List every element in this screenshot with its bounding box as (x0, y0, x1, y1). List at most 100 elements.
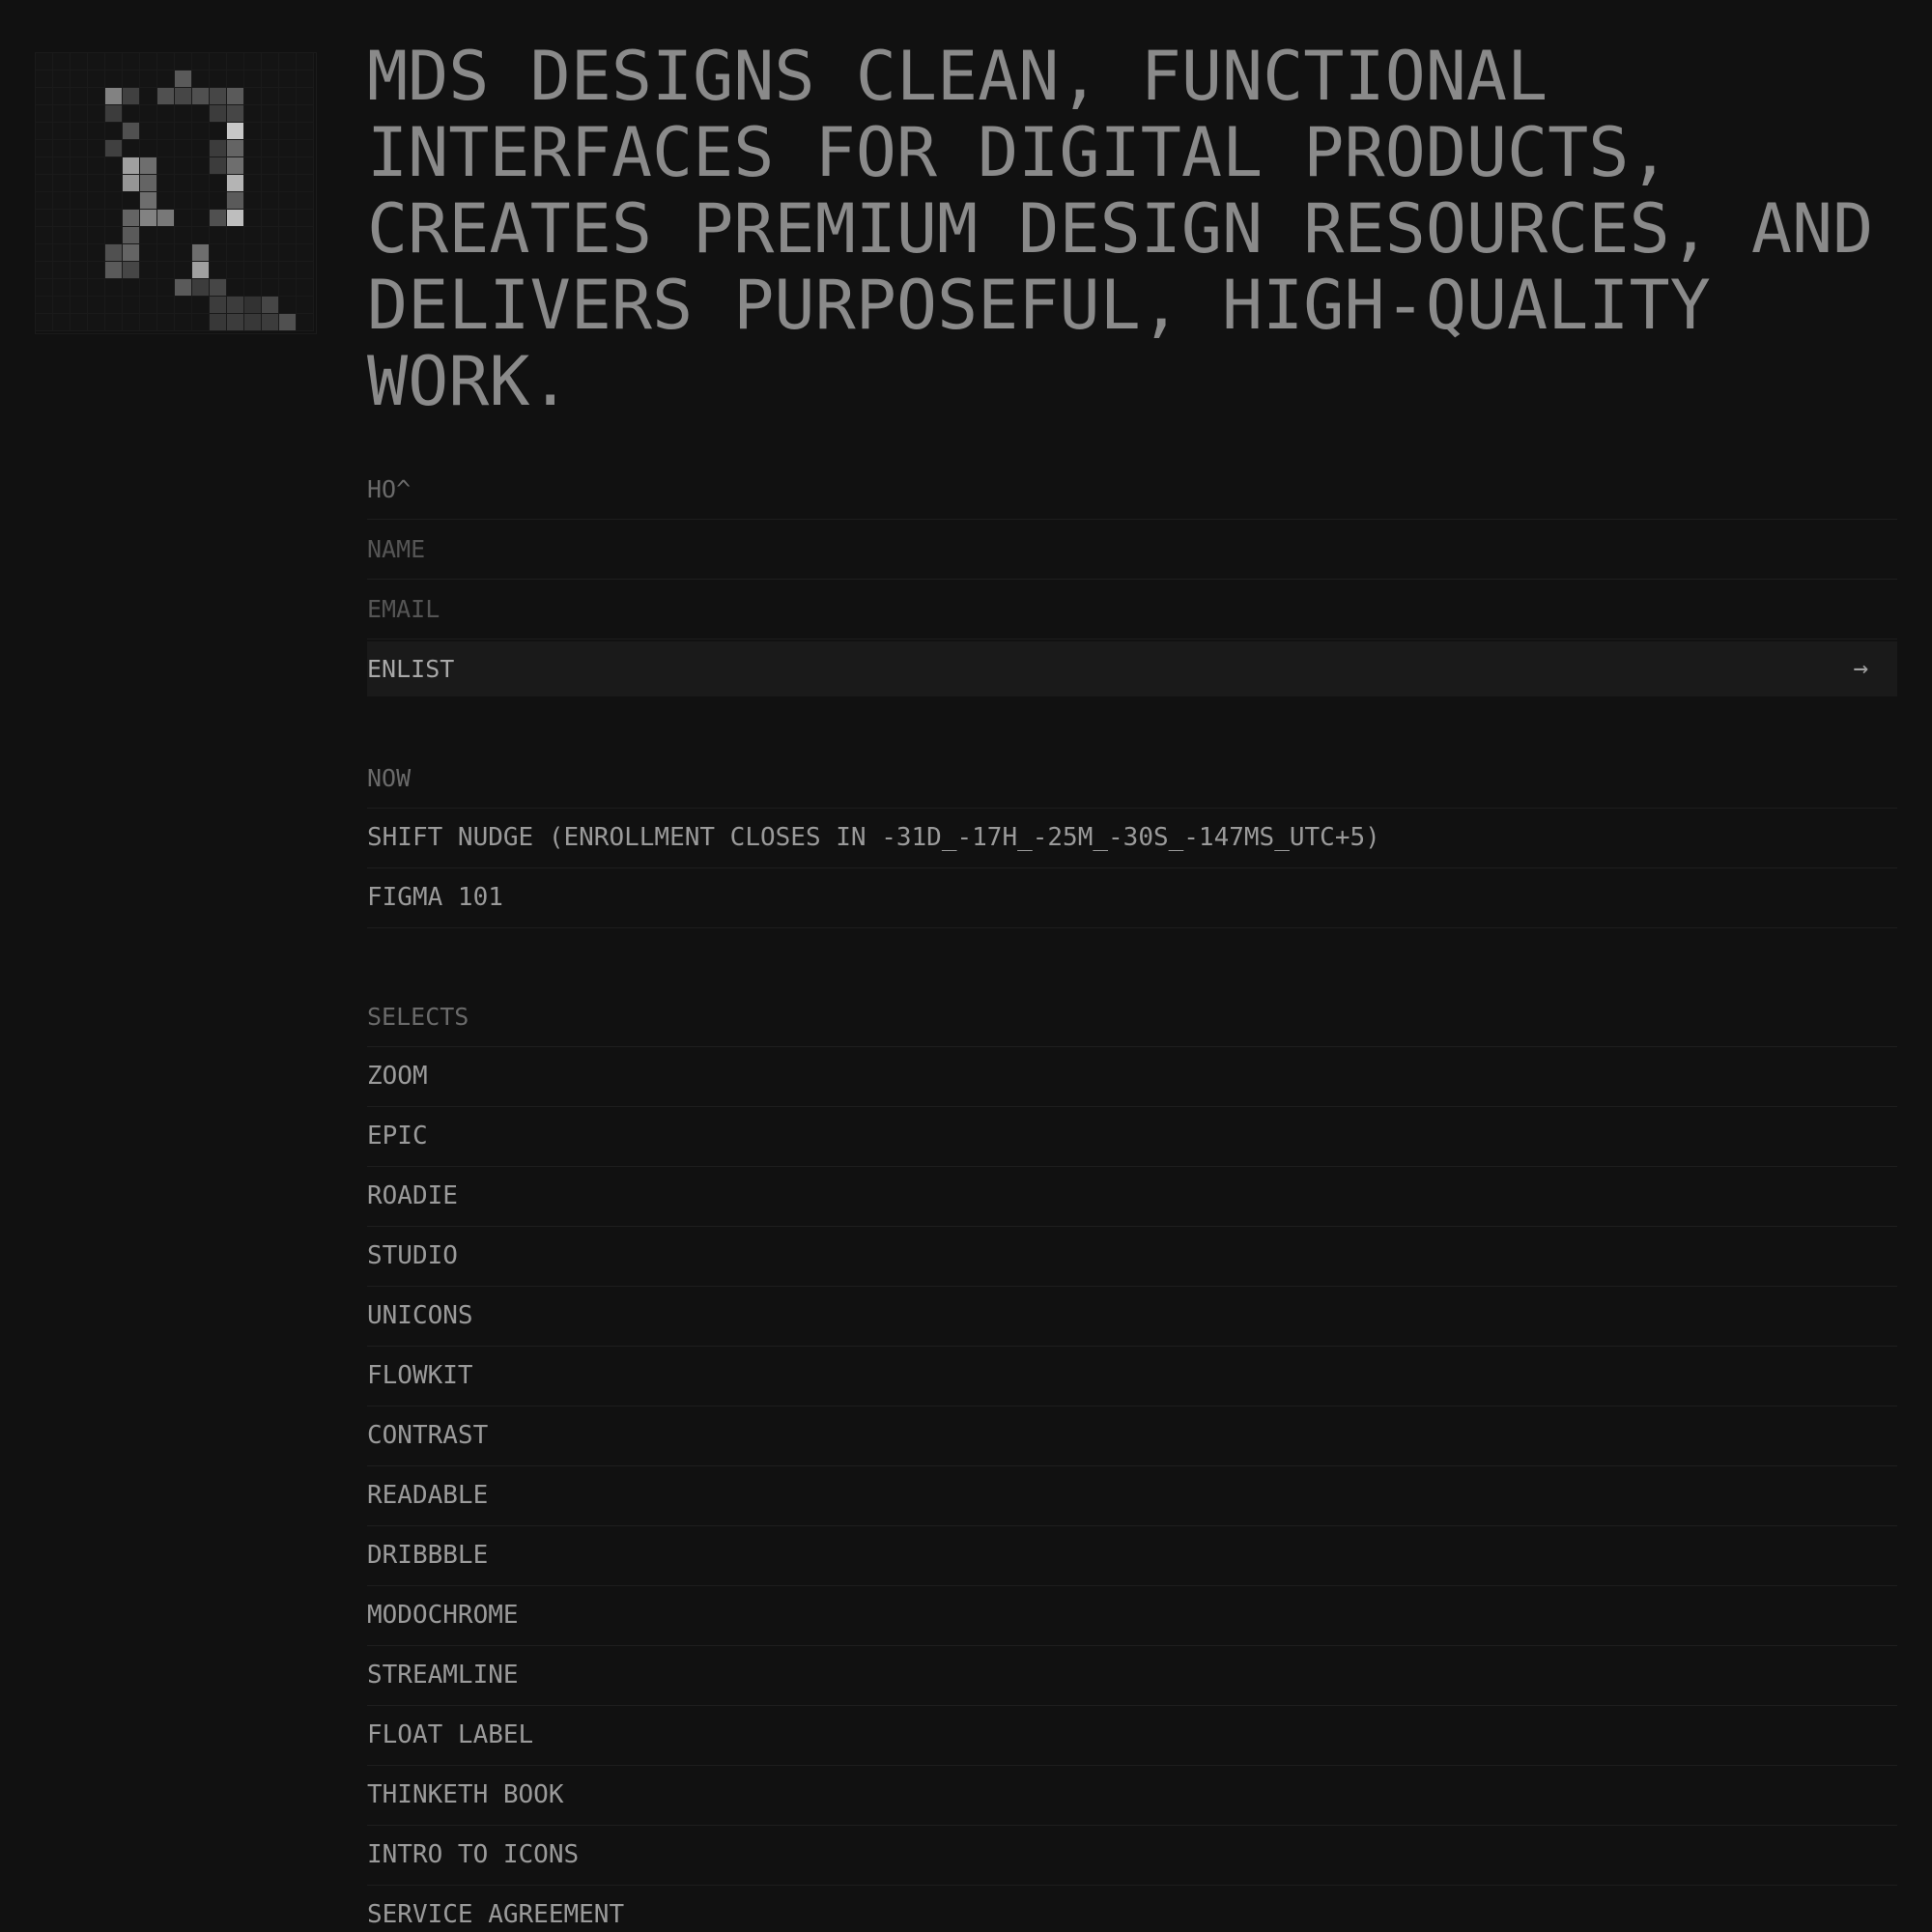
selects-list-item[interactable]: MODOCHROME (367, 1586, 1897, 1646)
logo-pixel (88, 262, 105, 279)
logo-pixel (297, 53, 314, 71)
logo-pixel (192, 123, 210, 140)
logo-pixel (192, 314, 210, 331)
now-section: NOW SHIFT NUDGE (ENROLLMENT CLOSES IN -3… (367, 750, 1897, 928)
logo-pixel (297, 105, 314, 123)
selects-list-item[interactable]: ZOOM (367, 1047, 1897, 1107)
selects-list-item[interactable]: EPIC (367, 1107, 1897, 1167)
logo-pixel (71, 71, 88, 88)
logo-pixel (262, 53, 279, 71)
logo-pixel (71, 175, 88, 192)
logo-pixel (227, 297, 244, 314)
enlist-button[interactable]: ENLIST → (367, 641, 1897, 696)
logo-pixel (244, 314, 262, 331)
logo-pixel (279, 123, 297, 140)
logo-pixel (71, 279, 88, 297)
selects-list-item[interactable]: ROADIE (367, 1167, 1897, 1227)
selects-list-item[interactable]: FLOAT LABEL (367, 1706, 1897, 1766)
logo-pixel (192, 157, 210, 175)
logo-pixel (105, 227, 123, 244)
enlist-button-label: ENLIST (367, 655, 455, 683)
logo-pixel (279, 192, 297, 210)
selects-list-item[interactable]: SERVICE AGREEMENT (367, 1886, 1897, 1932)
now-list: SHIFT NUDGE (ENROLLMENT CLOSES IN -31D_-… (367, 809, 1897, 928)
pixel-logo[interactable] (35, 52, 317, 334)
name-field[interactable]: NAME (367, 520, 1897, 580)
logo-pixel (53, 244, 71, 262)
logo-pixel (210, 244, 227, 262)
logo-pixel (53, 88, 71, 105)
logo-pixel (279, 157, 297, 175)
logo-pixel (192, 297, 210, 314)
logo-pixel (157, 123, 175, 140)
logo-pixel (88, 314, 105, 331)
logo-pixel (262, 192, 279, 210)
logo-pixel (244, 140, 262, 157)
logo-pixel (36, 123, 53, 140)
logo-pixel (210, 71, 227, 88)
selects-list-item[interactable]: STREAMLINE (367, 1646, 1897, 1706)
now-list-item[interactable]: FIGMA 101 (367, 868, 1897, 928)
logo-pixel (192, 279, 210, 297)
logo-pixel (157, 297, 175, 314)
logo-pixel (140, 157, 157, 175)
arrow-right-icon: → (1853, 654, 1868, 683)
logo-pixel (227, 88, 244, 105)
logo-pixel (175, 105, 192, 123)
logo-pixel (262, 244, 279, 262)
logo-pixel (157, 192, 175, 210)
email-field[interactable]: EMAIL (367, 580, 1897, 639)
logo-pixel (88, 53, 105, 71)
logo-pixel (279, 227, 297, 244)
logo-pixel (175, 157, 192, 175)
logo-pixel (71, 314, 88, 331)
logo-pixel (244, 53, 262, 71)
logo-pixel (71, 262, 88, 279)
logo-pixel (262, 105, 279, 123)
selects-list-item[interactable]: STUDIO (367, 1227, 1897, 1287)
selects-list-item[interactable]: INTRO TO ICONS (367, 1826, 1897, 1886)
logo-pixel (227, 175, 244, 192)
selects-list-item[interactable]: FLOWKIT (367, 1347, 1897, 1406)
logo-pixel (262, 210, 279, 227)
logo-pixel (297, 140, 314, 157)
logo-pixel (192, 105, 210, 123)
logo-pixel (157, 140, 175, 157)
logo-pixel (175, 297, 192, 314)
logo-pixel (279, 279, 297, 297)
logo-pixel (105, 53, 123, 71)
logo-pixel (88, 71, 105, 88)
logo-pixel (227, 192, 244, 210)
selects-list: ZOOM EPIC ROADIE STUDIO UNICONS FLOWKIT CONTRA… (367, 1047, 1897, 1932)
logo-pixel (244, 175, 262, 192)
logo-pixel (140, 71, 157, 88)
now-list-item[interactable]: SHIFT NUDGE (ENROLLMENT CLOSES IN -31D_-… (367, 809, 1897, 868)
selects-list-item[interactable]: DRIBBBLE (367, 1526, 1897, 1586)
logo-pixel (157, 314, 175, 331)
logo-pixel (140, 244, 157, 262)
logo-pixel (244, 297, 262, 314)
logo-pixel (105, 140, 123, 157)
selects-list-item[interactable]: CONTRAST (367, 1406, 1897, 1466)
logo-pixel (227, 244, 244, 262)
logo-pixel (279, 244, 297, 262)
logo-pixel (71, 140, 88, 157)
logo-pixel (36, 175, 53, 192)
logo-pixel (53, 105, 71, 123)
selects-list-item[interactable]: UNICONS (367, 1287, 1897, 1347)
logo-pixel (88, 297, 105, 314)
logo-pixel (192, 262, 210, 279)
logo-pixel (297, 279, 314, 297)
logo-pixel (123, 192, 140, 210)
logo-pixel (210, 88, 227, 105)
selects-list-item[interactable]: THINKETH BOOK (367, 1766, 1897, 1826)
logo-pixel (36, 227, 53, 244)
logo-pixel (105, 244, 123, 262)
logo-pixel (140, 192, 157, 210)
logo-pixel (227, 53, 244, 71)
logo-pixel (71, 157, 88, 175)
logo-pixel (36, 140, 53, 157)
logo-pixel (36, 210, 53, 227)
selects-list-item[interactable]: READABLE (367, 1466, 1897, 1526)
logo-pixel (244, 157, 262, 175)
